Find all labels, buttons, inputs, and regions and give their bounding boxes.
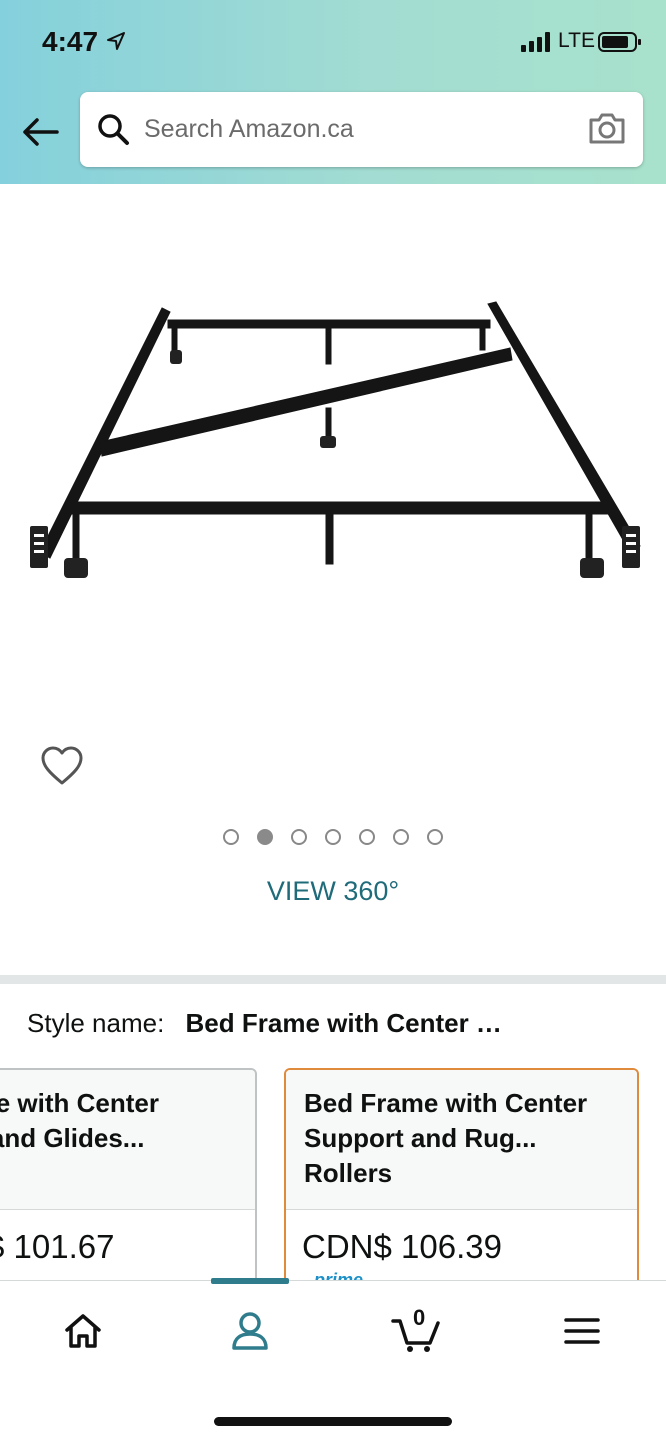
style-option-title-line: Bed Frame with Center <box>304 1088 588 1118</box>
back-arrow-icon <box>23 118 59 146</box>
tab-account[interactable] <box>220 1303 280 1359</box>
tab-menu[interactable] <box>552 1303 612 1359</box>
battery-icon <box>598 32 641 52</box>
image-carousel-dots[interactable] <box>0 829 666 845</box>
carousel-dot[interactable] <box>393 829 409 845</box>
camera-icon[interactable] <box>587 110 627 146</box>
signal-icon <box>521 32 550 52</box>
section-divider <box>0 975 666 984</box>
active-tab-indicator <box>211 1278 289 1284</box>
carousel-dot[interactable] <box>359 829 375 845</box>
bottom-tab-bar: 0 <box>0 1278 666 1440</box>
tab-home[interactable] <box>53 1303 113 1359</box>
network-label: LTE <box>558 29 595 52</box>
status-time: 4:47 <box>42 26 99 57</box>
style-name-row: Style name: Bed Frame with Center … <box>27 1008 502 1039</box>
style-name-label: Style name: <box>27 1008 165 1038</box>
style-option-title-line: Rollers <box>304 1158 393 1188</box>
account-icon <box>232 1312 268 1350</box>
style-option-title: Bed Frame with Center Support and Rug...… <box>286 1070 637 1210</box>
style-name-value: Bed Frame with Center … <box>185 1008 502 1038</box>
search-icon <box>98 114 129 145</box>
search-bar[interactable] <box>80 92 643 167</box>
view-360-link[interactable]: VIEW 360° <box>0 876 666 907</box>
style-option-title-line: ort and Glides... <box>0 1123 145 1153</box>
app-header: 4:47 LTE <box>0 0 666 184</box>
carousel-dot[interactable] <box>325 829 341 845</box>
cart-count-badge: 0 <box>413 1305 426 1330</box>
menu-icon <box>564 1318 600 1344</box>
carousel-dot[interactable] <box>223 829 239 845</box>
carousel-dot[interactable] <box>291 829 307 845</box>
carousel-dot[interactable] <box>427 829 443 845</box>
style-option-price: $ 101.67 <box>0 1228 115 1265</box>
location-arrow-icon <box>107 32 125 50</box>
style-option-title: rame with Center ort and Glides... <box>0 1070 255 1210</box>
style-option-title-line: rame with Center <box>0 1088 159 1118</box>
heart-icon[interactable] <box>40 745 84 787</box>
back-button[interactable] <box>18 110 62 154</box>
home-icon <box>65 1314 101 1348</box>
home-indicator[interactable] <box>214 1417 452 1426</box>
bed-frame-image[interactable] <box>20 290 646 600</box>
style-option-title-line: Support and Rug... <box>304 1123 537 1153</box>
carousel-dot-active[interactable] <box>257 829 273 845</box>
search-input[interactable] <box>144 106 564 152</box>
